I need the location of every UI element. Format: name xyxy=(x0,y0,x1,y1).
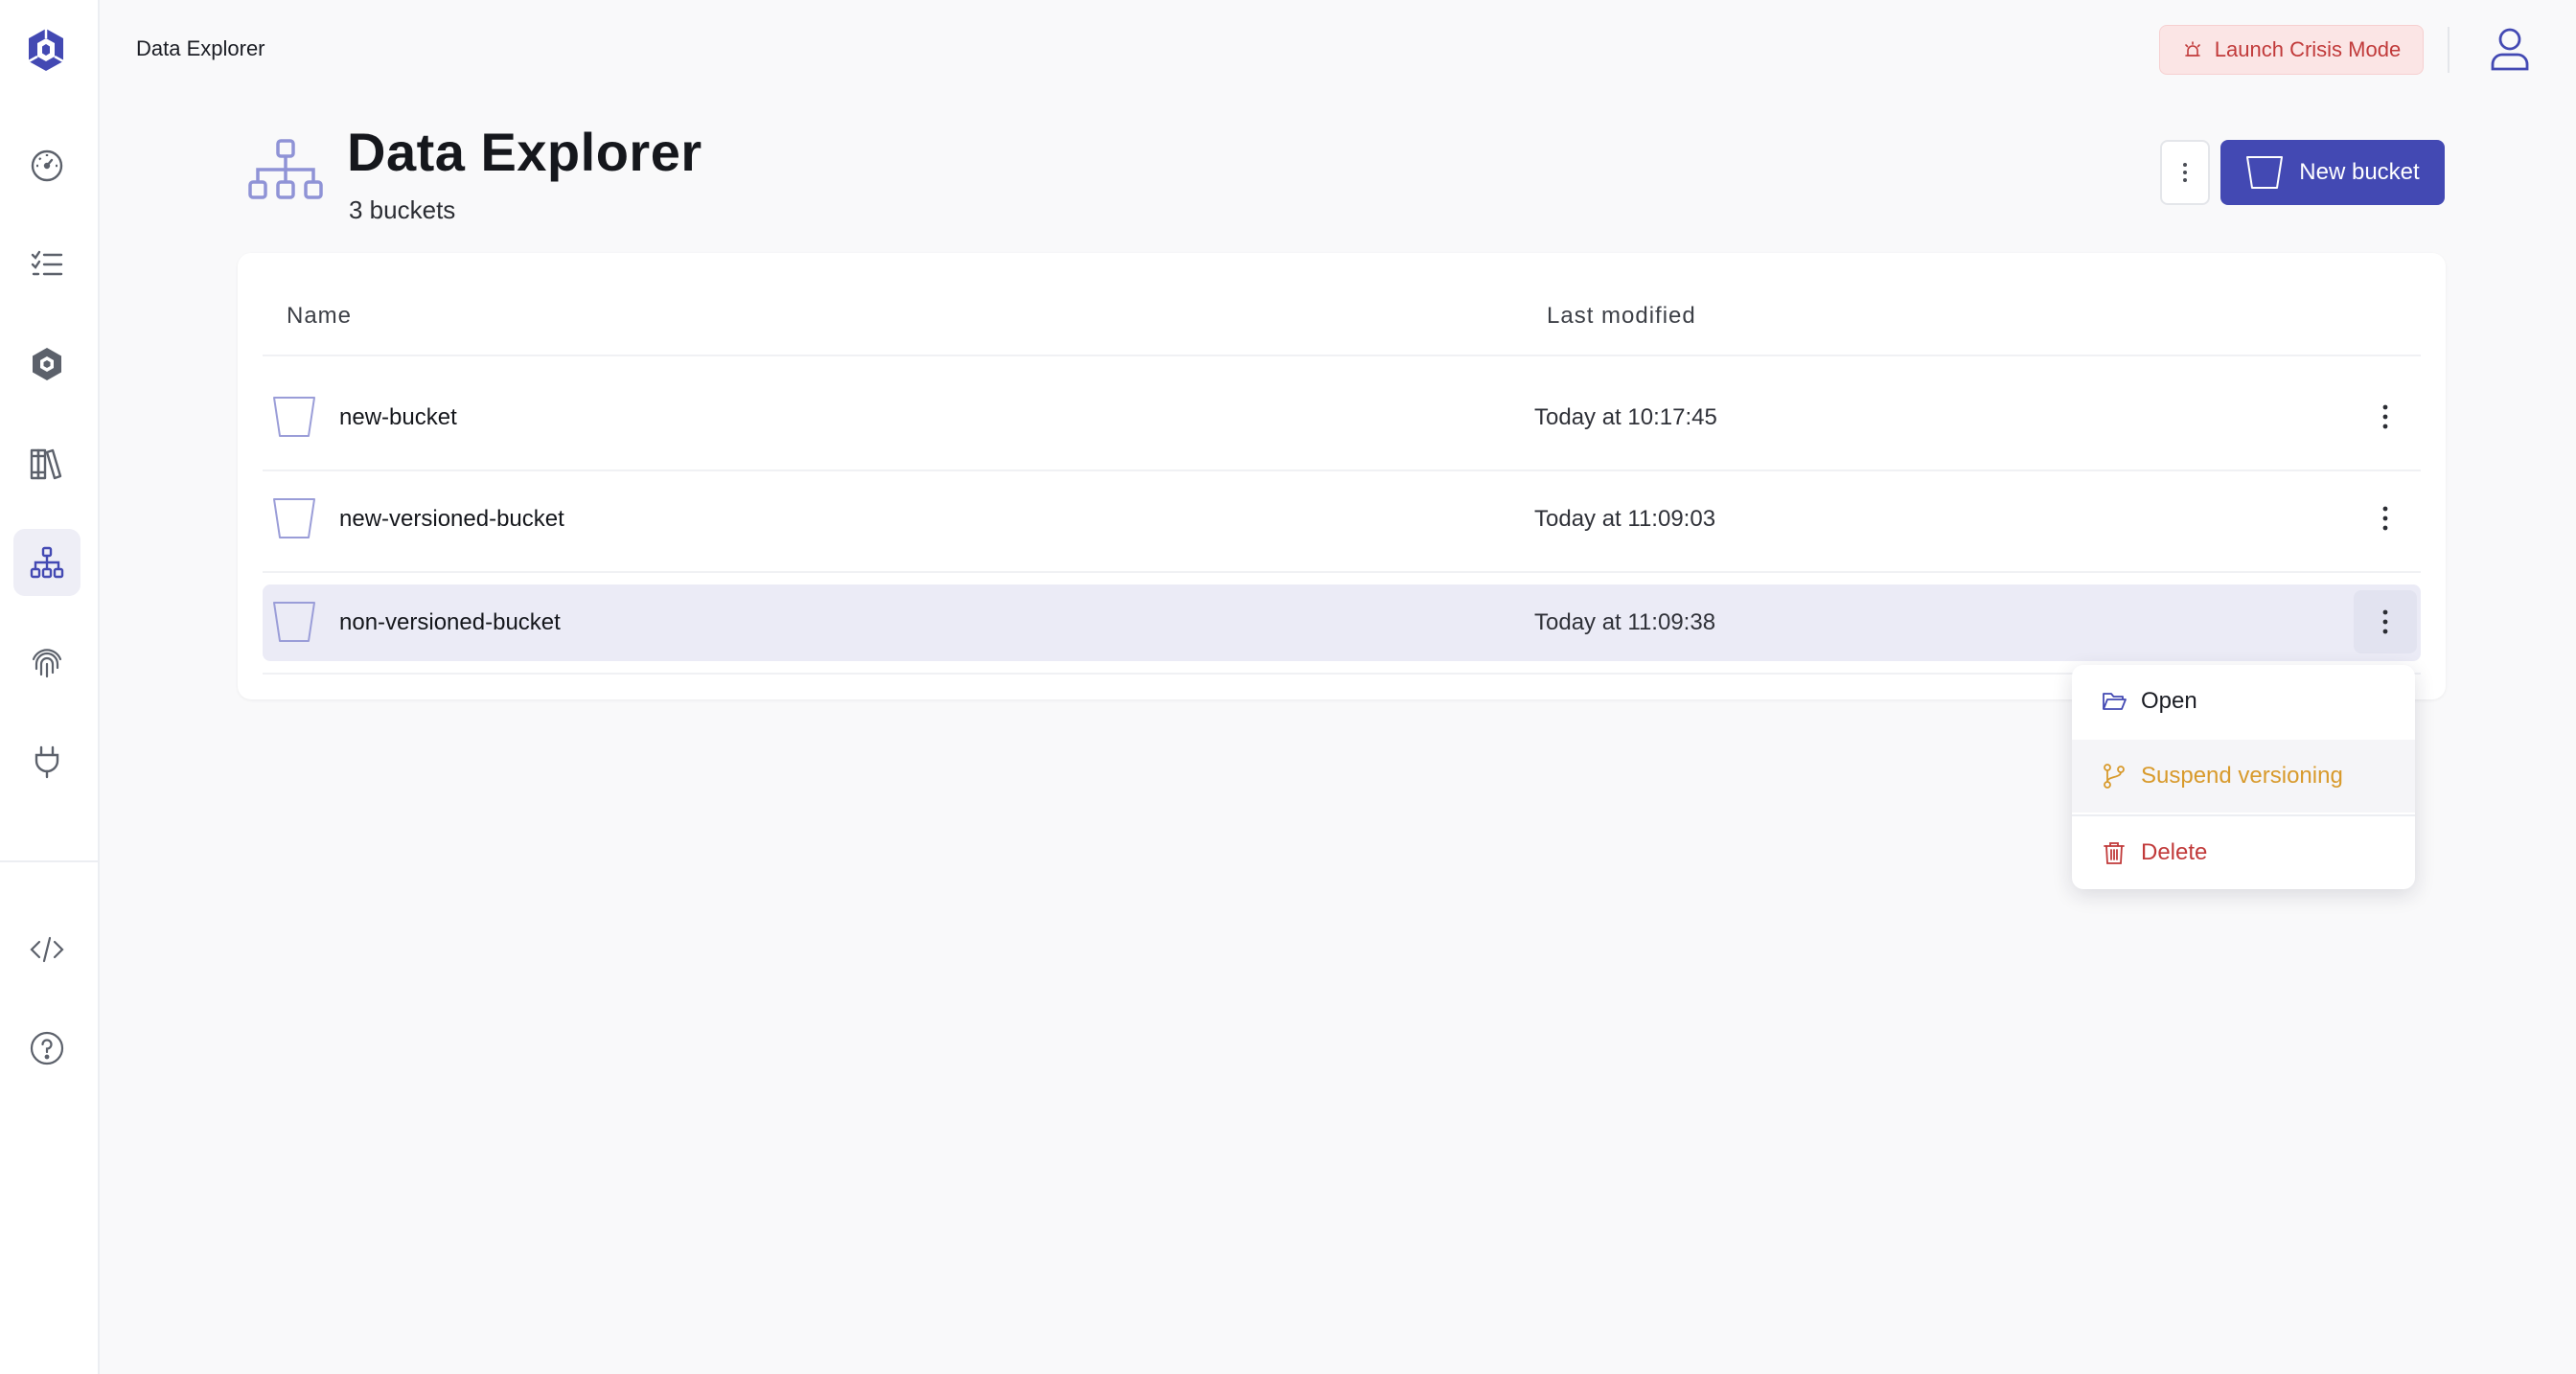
more-options-button[interactable] xyxy=(2160,140,2210,205)
last-modified: Today at 10:17:45 xyxy=(1534,404,1717,430)
alarm-icon xyxy=(2184,41,2200,57)
bucket-count: 3 buckets xyxy=(349,195,456,224)
menu-item-suspend-versioning[interactable]: Suspend versioning xyxy=(2072,740,2415,813)
new-bucket-button[interactable]: New bucket xyxy=(2220,140,2445,205)
column-header-name[interactable]: Name xyxy=(287,303,352,330)
code-icon xyxy=(30,936,64,963)
sitemap-icon xyxy=(30,546,64,579)
sidebar-item-help[interactable] xyxy=(13,1015,80,1082)
launch-crisis-mode-button[interactable]: Launch Crisis Mode xyxy=(2159,25,2424,75)
sidebar-item-library[interactable] xyxy=(13,430,80,497)
bucket-icon xyxy=(273,602,315,642)
new-bucket-label: New bucket xyxy=(2299,159,2420,185)
sidebar-item-dashboard[interactable] xyxy=(13,132,80,199)
sidebar-item-tasks[interactable] xyxy=(13,231,80,298)
sidebar-item-data-explorer[interactable] xyxy=(13,529,80,596)
plug-icon xyxy=(34,745,59,779)
sidebar-divider xyxy=(0,860,100,862)
fingerprint-icon xyxy=(32,649,62,678)
menu-open-label: Open xyxy=(2141,688,2197,714)
library-books-icon xyxy=(30,448,62,480)
sidebar-item-network[interactable] xyxy=(13,331,80,398)
kebab-menu-icon xyxy=(2382,506,2388,531)
table-row[interactable]: new-bucket Today at 10:17:45 xyxy=(263,379,2421,456)
row-divider xyxy=(263,469,2421,471)
trash-icon xyxy=(2104,842,2125,864)
help-icon xyxy=(30,1031,64,1065)
bucket-name[interactable]: non-versioned-bucket xyxy=(339,609,561,636)
sidebar xyxy=(0,0,100,1374)
bucket-name[interactable]: new-bucket xyxy=(339,404,457,431)
table-row[interactable]: non-versioned-bucket Today at 11:09:38 xyxy=(263,584,2421,661)
row-divider xyxy=(263,571,2421,573)
bucket-icon xyxy=(273,498,315,538)
menu-delete-label: Delete xyxy=(2141,839,2208,865)
bucket-icon xyxy=(2246,156,2284,189)
sidebar-item-integrations[interactable] xyxy=(13,728,80,795)
row-actions-button[interactable] xyxy=(2354,590,2417,653)
column-header-last-modified[interactable]: Last modified xyxy=(1547,303,1696,330)
dashboard-icon xyxy=(31,149,63,182)
sitemap-icon xyxy=(248,139,323,199)
folder-open-icon xyxy=(2103,693,2127,710)
bucket-name[interactable]: new-versioned-bucket xyxy=(339,506,564,533)
menu-item-delete[interactable]: Delete xyxy=(2072,816,2415,889)
crisis-mode-label: Launch Crisis Mode xyxy=(2214,37,2402,61)
app-logo-icon[interactable] xyxy=(25,27,67,73)
row-divider xyxy=(263,355,2421,356)
sidebar-item-developer[interactable] xyxy=(13,916,80,983)
git-branch-icon xyxy=(2104,764,2125,789)
row-actions-menu: Open Suspend versioning Delete xyxy=(2072,665,2415,889)
kebab-menu-icon xyxy=(2382,609,2388,634)
page-title: Data Explorer xyxy=(347,122,702,182)
breadcrumb: Data Explorer xyxy=(136,36,265,60)
row-actions-button[interactable] xyxy=(2354,487,2417,550)
kebab-menu-icon xyxy=(2183,163,2187,182)
bucket-icon xyxy=(273,397,315,437)
last-modified: Today at 11:09:03 xyxy=(1534,506,1716,532)
sidebar-item-security[interactable] xyxy=(13,629,80,696)
kebab-menu-icon xyxy=(2382,404,2388,429)
hexagon-network-icon xyxy=(33,348,61,380)
user-account-icon[interactable] xyxy=(2488,25,2532,73)
tasks-list-icon xyxy=(31,250,63,276)
menu-suspend-label: Suspend versioning xyxy=(2141,763,2343,789)
topbar-divider xyxy=(2448,27,2450,73)
last-modified: Today at 11:09:38 xyxy=(1534,609,1716,635)
row-actions-button[interactable] xyxy=(2354,385,2417,448)
table-row[interactable]: new-versioned-bucket Today at 11:09:03 xyxy=(263,481,2421,558)
menu-item-open[interactable]: Open xyxy=(2072,665,2415,738)
